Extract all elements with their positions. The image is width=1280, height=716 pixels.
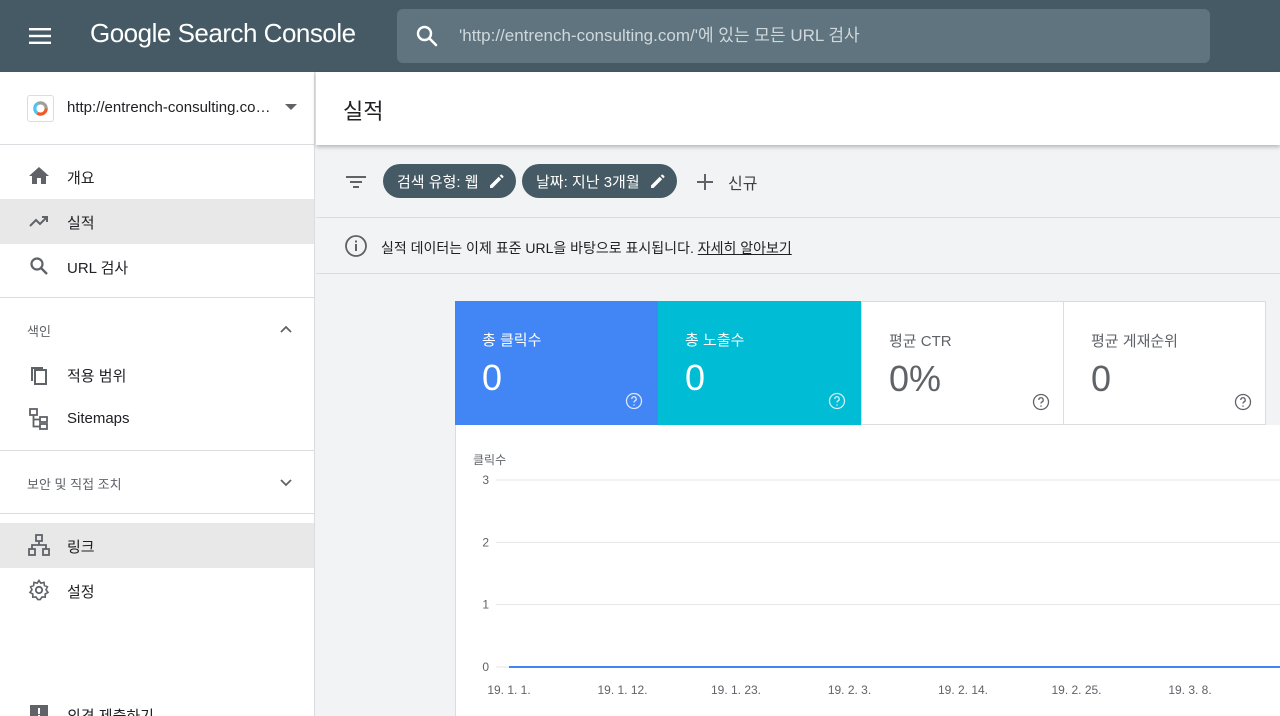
- gear-icon: [27, 578, 51, 602]
- chevron-up-icon[interactable]: [276, 319, 296, 339]
- url-inspection-search[interactable]: [397, 9, 1210, 63]
- metric-card-total-impressions[interactable]: 총 노출수 0: [658, 301, 861, 425]
- info-text: 실적 데이터는 이제 표준 URL을 바탕으로 표시됩니다. 자세히 알아보기: [381, 238, 792, 258]
- sidebar-item-label: 의견 제출하기: [67, 705, 154, 716]
- metric-card-average-ctr[interactable]: 평균 CTR 0%: [861, 301, 1064, 425]
- x-tick-label: 19. 3. 8.: [1168, 683, 1211, 697]
- sidebar: http://entrench-consulting.com/ 개요 실적 UR…: [0, 72, 315, 716]
- metric-label: 평균 게재순위: [1091, 333, 1178, 350]
- metric-value: 0: [1091, 358, 1112, 399]
- x-tick-label: 19. 2. 3.: [828, 683, 871, 697]
- sidebar-item-settings[interactable]: 설정: [0, 568, 314, 613]
- x-tick-label: 19. 2. 25.: [1051, 683, 1101, 697]
- sidebar-item-label: 적용 범위: [67, 368, 127, 385]
- sidebar-item-label: 링크: [67, 539, 95, 556]
- x-tick-label: 19. 2. 14.: [938, 683, 988, 697]
- sidebar-item-label: 설정: [67, 584, 95, 601]
- info-banner: 실적 데이터는 이제 표준 URL을 바탕으로 표시됩니다. 자세히 알아보기: [316, 219, 1280, 274]
- metric-value: 0%: [889, 358, 942, 399]
- top-app-bar: Google Search Console: [0, 0, 1280, 72]
- divider: [0, 513, 314, 514]
- page-header: 실적: [316, 72, 1280, 145]
- learn-more-link[interactable]: 자세히 알아보기: [698, 240, 792, 256]
- sidebar-item-sitemaps[interactable]: Sitemaps: [0, 397, 314, 442]
- metric-card-average-position[interactable]: 평균 게재순위 0: [1063, 301, 1266, 425]
- chevron-down-icon[interactable]: [276, 472, 296, 492]
- chip-label: 날짜: 지난 3개월: [536, 173, 640, 191]
- metric-cards: 총 클릭수 0 총 노출수 0 평균 CTR 0% 평균 게재순위 0: [455, 301, 1280, 425]
- info-icon: [344, 234, 368, 258]
- divider: [0, 450, 314, 451]
- y-axis-label: 클릭수: [473, 453, 506, 467]
- filter-icon[interactable]: [343, 169, 369, 195]
- section-header-index[interactable]: 색인: [0, 307, 314, 351]
- metric-card-total-clicks[interactable]: 총 클릭수 0: [455, 301, 658, 425]
- filter-bar: 검색 유형: 웹 날짜: 지난 3개월 신규: [316, 146, 1280, 218]
- help-icon[interactable]: [625, 392, 643, 410]
- metric-value: 0: [685, 357, 706, 398]
- page-title: 실적: [343, 99, 384, 124]
- property-label: http://entrench-consulting.com/: [67, 99, 272, 116]
- app-logo[interactable]: Google Search Console: [90, 18, 356, 49]
- x-tick-label: 19. 1. 23.: [711, 683, 761, 697]
- metric-value: 0: [482, 357, 503, 398]
- performance-chart: 클릭수 3 2 1 0 19. 1. 1. 19. 1. 12. 19. 1. 23. 19.…: [455, 425, 1280, 716]
- y-tick-label: 1: [482, 598, 489, 612]
- metric-label: 총 노출수: [685, 332, 745, 349]
- plus-icon: [697, 174, 713, 190]
- x-tick-label: 19. 1. 1.: [487, 683, 530, 697]
- divider: [0, 297, 314, 298]
- menu-icon[interactable]: [20, 20, 60, 52]
- trending-up-icon: [27, 209, 51, 233]
- metric-label: 평균 CTR: [889, 333, 952, 350]
- feedback-icon: [27, 702, 51, 716]
- sidebar-item-links[interactable]: 링크: [0, 523, 314, 568]
- sitemap-icon: [27, 407, 51, 431]
- sidebar-item-url-inspection[interactable]: URL 검사: [0, 244, 314, 289]
- section-title: 색인: [27, 324, 51, 339]
- metric-label: 총 클릭수: [482, 332, 542, 349]
- search-icon: [27, 254, 51, 278]
- help-icon[interactable]: [828, 392, 846, 410]
- info-message: 실적 데이터는 이제 표준 URL을 바탕으로 표시됩니다.: [381, 240, 694, 256]
- sidebar-item-label: 실적: [67, 215, 95, 232]
- new-filter-label: 신규: [728, 176, 758, 193]
- sidebar-item-label: 개요: [67, 170, 95, 187]
- edit-icon[interactable]: [649, 172, 667, 190]
- edit-icon[interactable]: [488, 172, 506, 190]
- sidebar-item-feedback[interactable]: 의견 제출하기: [0, 692, 314, 716]
- sidebar-item-performance[interactable]: 실적: [0, 199, 314, 244]
- y-tick-label: 0: [482, 660, 489, 674]
- search-input[interactable]: [459, 9, 1189, 63]
- sidebar-item-label: Sitemaps: [67, 410, 130, 427]
- filter-chip-search-type[interactable]: 검색 유형: 웹: [383, 164, 516, 198]
- x-tick-label: 19. 1. 12.: [597, 683, 647, 697]
- search-icon[interactable]: [415, 24, 439, 53]
- filter-chip-date[interactable]: 날짜: 지난 3개월: [522, 164, 677, 198]
- property-selector[interactable]: http://entrench-consulting.com/: [0, 72, 314, 145]
- help-icon[interactable]: [1032, 393, 1050, 411]
- help-icon[interactable]: [1234, 393, 1252, 411]
- y-tick-label: 2: [482, 535, 489, 549]
- new-filter-button[interactable]: 신규: [694, 168, 757, 196]
- links-icon: [27, 533, 51, 557]
- chart-svg: 클릭수 3 2 1 0 19. 1. 1. 19. 1. 12. 19. 1. 23. 19.…: [473, 453, 1280, 697]
- property-favicon-icon: [27, 95, 54, 122]
- chip-label: 검색 유형: 웹: [397, 173, 479, 191]
- sidebar-item-coverage[interactable]: 적용 범위: [0, 352, 314, 397]
- sidebar-item-overview[interactable]: 개요: [0, 154, 314, 199]
- home-icon: [27, 164, 51, 188]
- section-title: 보안 및 직접 조치: [27, 477, 122, 492]
- caret-down-icon[interactable]: [285, 104, 297, 110]
- copy-icon: [27, 362, 51, 386]
- sidebar-item-label: URL 검사: [67, 260, 129, 277]
- section-header-security[interactable]: 보안 및 직접 조치: [0, 460, 314, 504]
- y-tick-label: 3: [482, 473, 489, 487]
